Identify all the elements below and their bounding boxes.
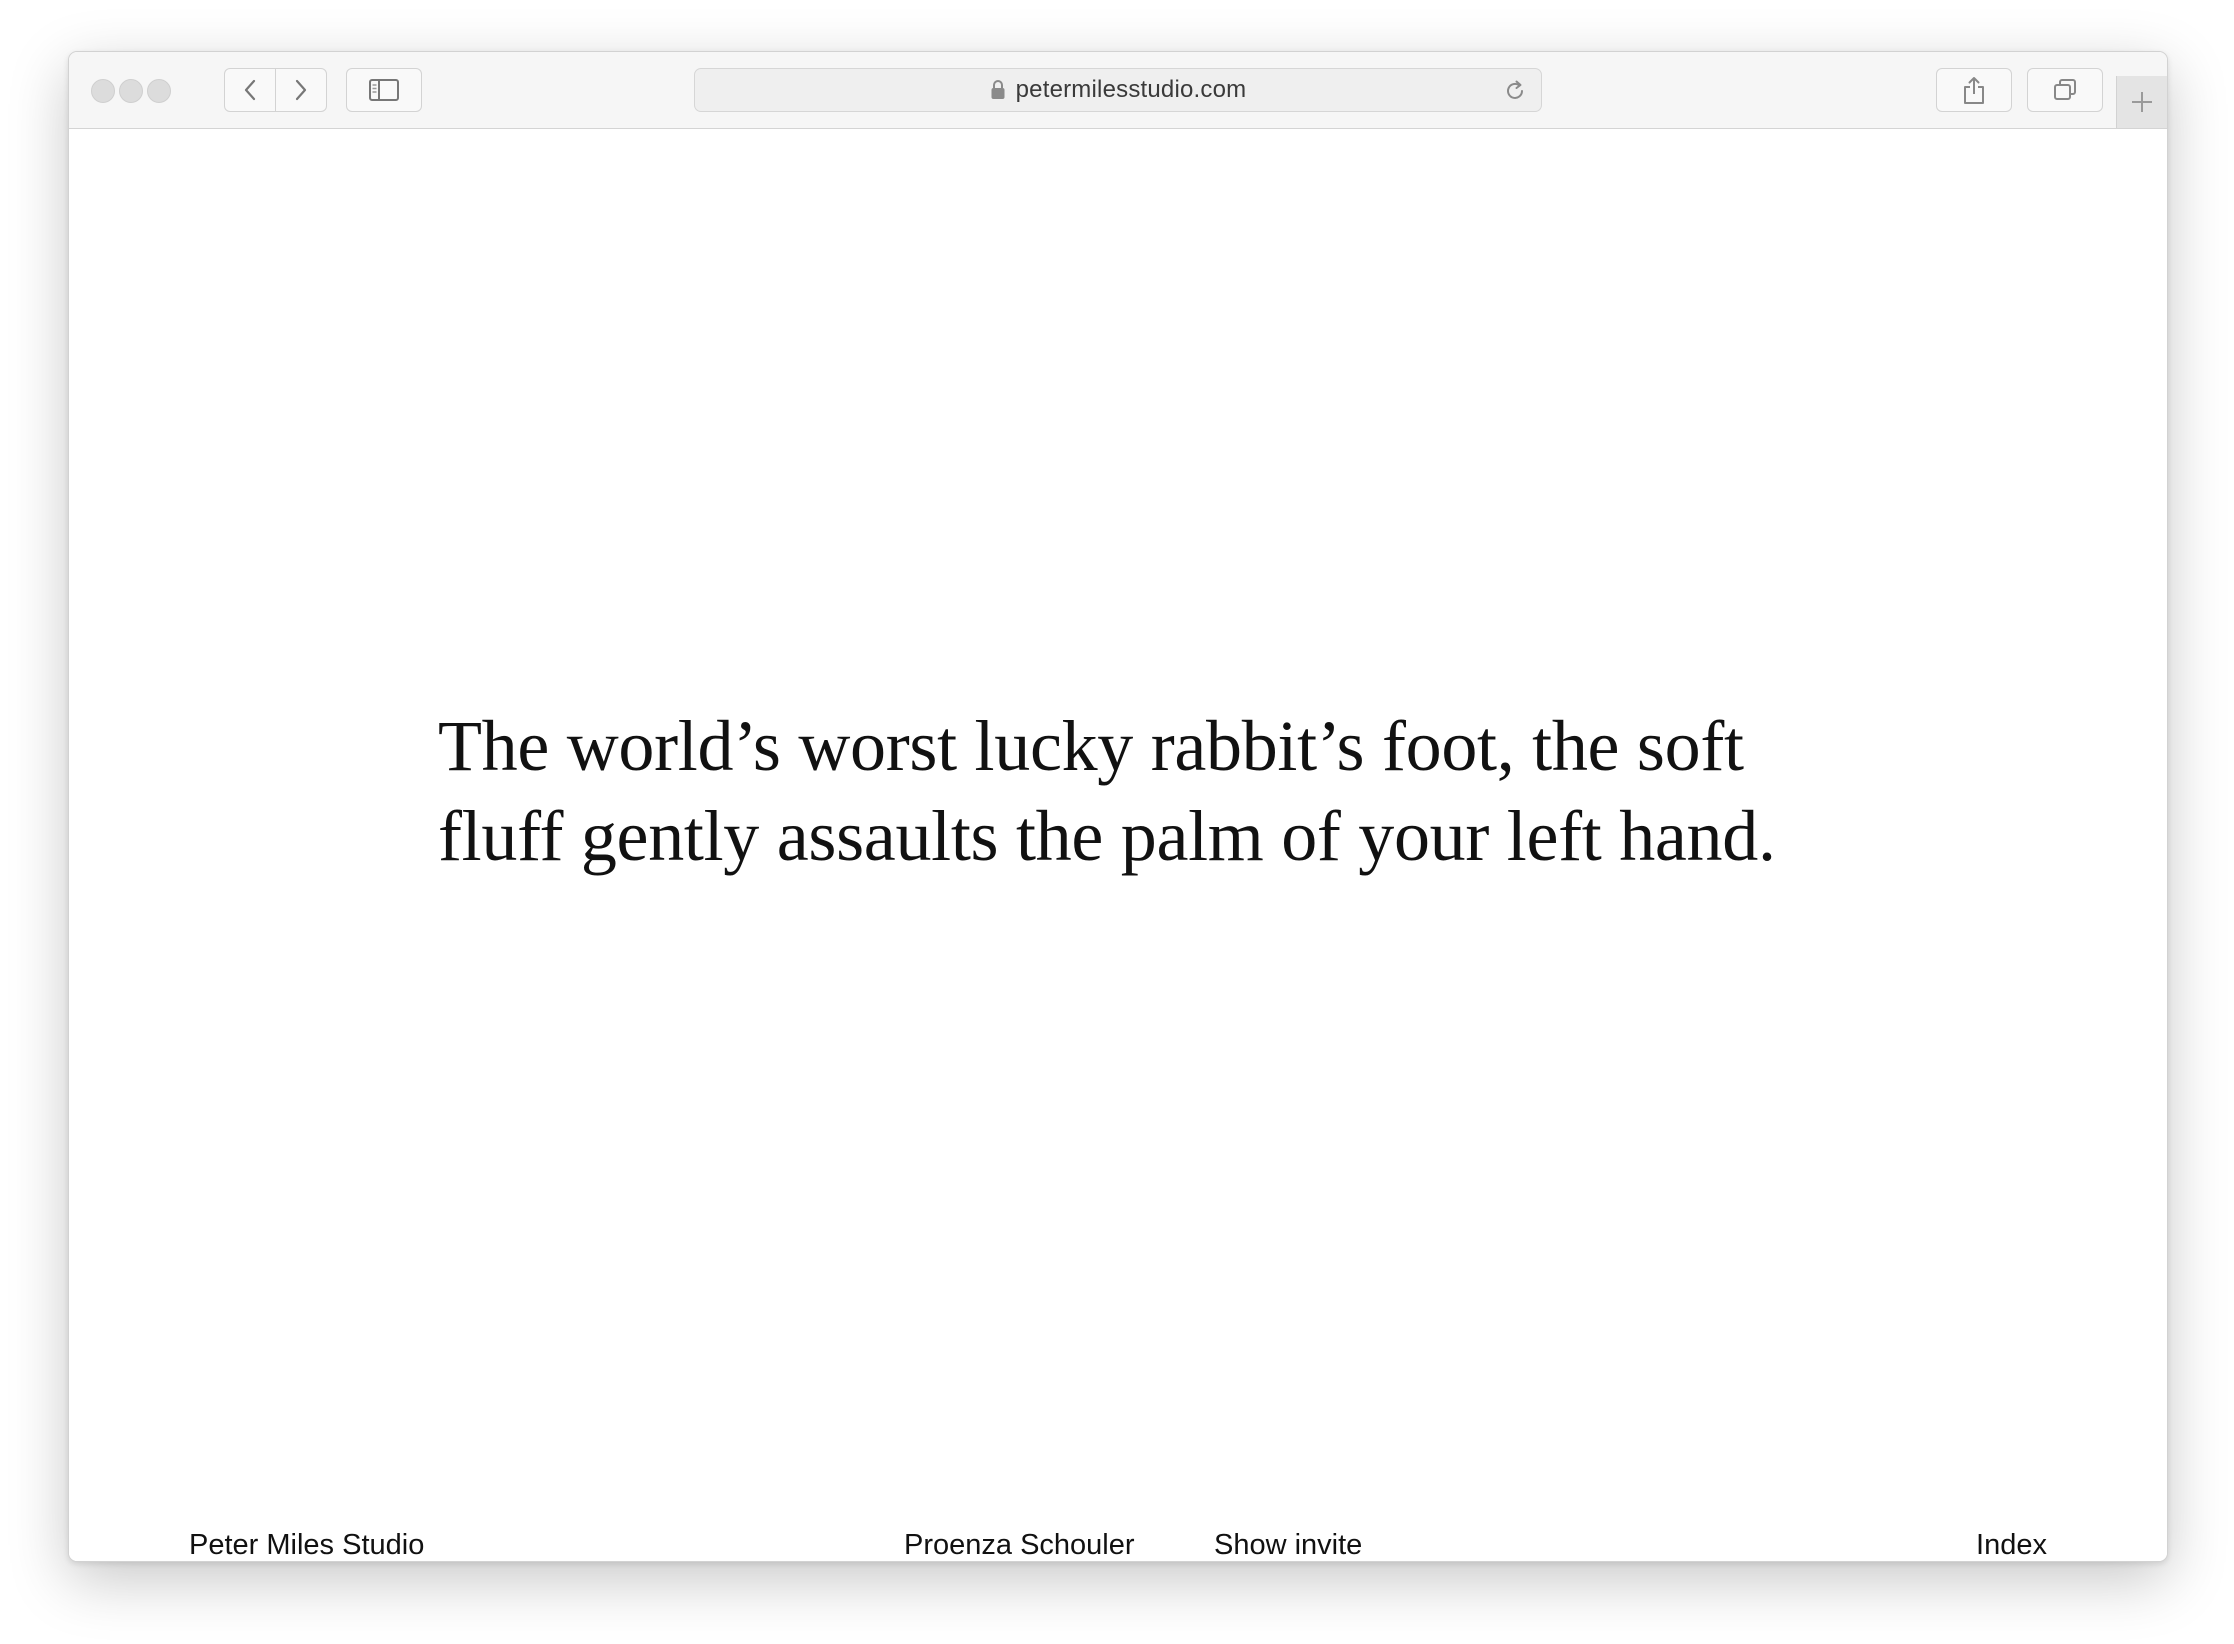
reload-icon	[1507, 80, 1523, 99]
chevron-right-icon	[295, 79, 307, 101]
footer-studio-name-link[interactable]: Peter Miles Studio	[189, 1529, 424, 1561]
sidebar-icon	[369, 79, 399, 101]
back-button[interactable]	[224, 68, 276, 112]
footer-client-link[interactable]: Proenza Schouler	[904, 1529, 1135, 1561]
headline-text: The world’s worst lucky rabbit’s foot, t…	[438, 706, 1776, 876]
tabs-overview-icon	[2054, 79, 2076, 100]
browser-window: petermilesstudio.com The world’s worst l…	[68, 51, 2168, 1562]
plus-icon	[2132, 92, 2152, 112]
new-tab-button[interactable]	[2116, 76, 2167, 128]
page-content: The world’s worst lucky rabbit’s foot, t…	[69, 129, 2167, 1561]
forward-button[interactable]	[275, 68, 327, 112]
share-button[interactable]	[1936, 68, 2012, 112]
sidebar-toggle-button[interactable]	[346, 68, 422, 112]
footer-index-link[interactable]: Index	[1976, 1529, 2047, 1561]
browser-toolbar: petermilesstudio.com	[69, 52, 2167, 129]
share-icon	[1964, 77, 1984, 104]
tabs-overview-button[interactable]	[2027, 68, 2103, 112]
address-bar[interactable]: petermilesstudio.com	[694, 68, 1542, 112]
address-bar-content: petermilesstudio.com	[990, 76, 1247, 104]
footer-project-link[interactable]: Show invite	[1214, 1529, 1362, 1561]
chevron-left-icon	[244, 79, 256, 101]
address-url: petermilesstudio.com	[1015, 76, 1247, 103]
zoom-window-button[interactable]	[147, 79, 171, 103]
reload-button[interactable]	[1501, 77, 1529, 105]
lock-icon	[991, 80, 1005, 99]
minimize-window-button[interactable]	[119, 79, 143, 103]
close-window-button[interactable]	[91, 79, 115, 103]
